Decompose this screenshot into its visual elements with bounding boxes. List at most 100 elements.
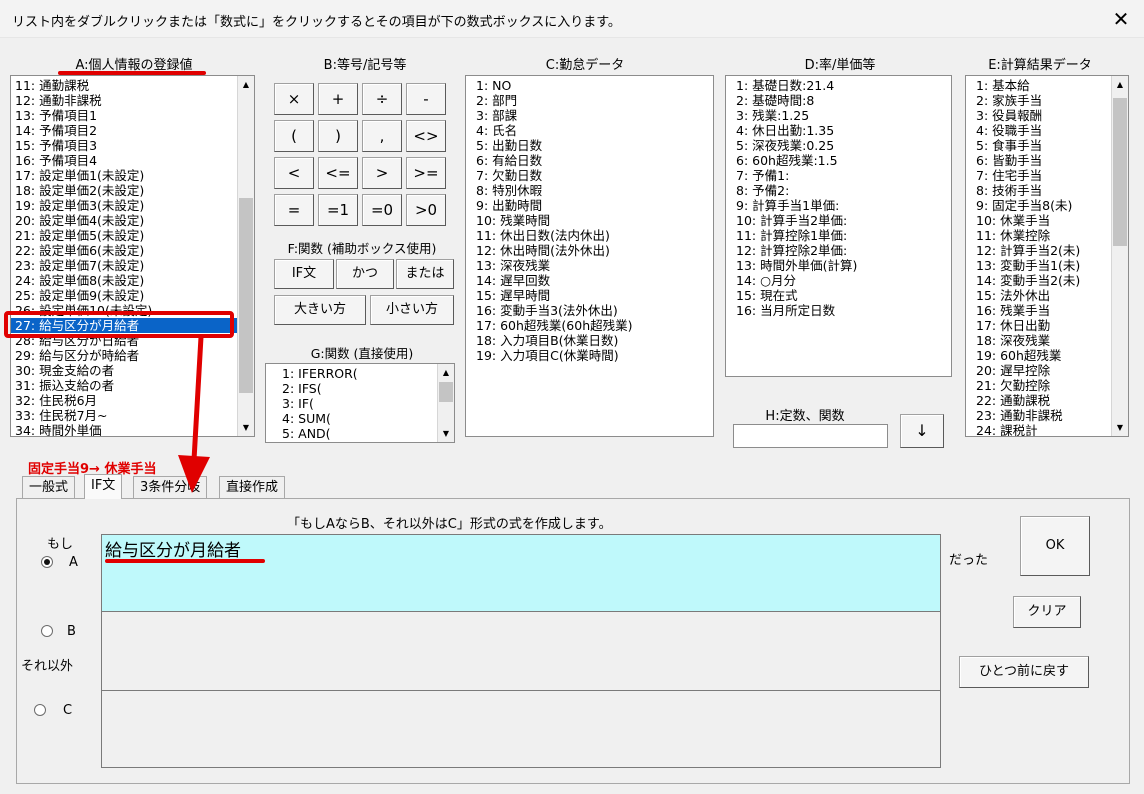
panel-c-list-item[interactable]: 19: 入力項目C(休業時間) bbox=[472, 348, 712, 363]
panel-e-list-item[interactable]: 6: 皆勤手当 bbox=[972, 153, 1118, 168]
panel-c-list-item[interactable]: 4: 氏名 bbox=[472, 123, 712, 138]
panel-a-list-item[interactable]: 11: 通勤課税 bbox=[11, 78, 238, 93]
panel-e-list-item[interactable]: 8: 技術手当 bbox=[972, 183, 1118, 198]
constant-input[interactable] bbox=[733, 424, 888, 448]
panel-g-list-item[interactable]: 2: IFS( bbox=[278, 381, 438, 396]
panel-c-list[interactable]: 1: NO 2: 部門 3: 部課 4: 氏名 5: 出勤日数 6: 有給日数 7: 欠勤日… bbox=[465, 75, 714, 437]
panel-g-list-item[interactable]: 5: AND( bbox=[278, 426, 438, 441]
panel-d-list-item[interactable]: 11: 計算控除1単価: bbox=[732, 228, 951, 243]
panel-e-list-item[interactable]: 15: 法外休出 bbox=[972, 288, 1118, 303]
panel-d-list-item[interactable]: 13: 時間外単価(計算) bbox=[732, 258, 951, 273]
insert-down-arrow-button[interactable]: ↓ bbox=[900, 414, 944, 448]
panel-c-list-item[interactable]: 15: 遅早時間 bbox=[472, 288, 712, 303]
panel-e-list-item[interactable]: 22: 通勤課税 bbox=[972, 393, 1118, 408]
panel-d-list-item[interactable]: 3: 残業:1.25 bbox=[732, 108, 951, 123]
panel-e-scrollbar[interactable]: ▲ ▼ bbox=[1111, 76, 1128, 436]
panel-e-list-item[interactable]: 17: 休日出勤 bbox=[972, 318, 1118, 333]
panel-a-list-item[interactable]: 16: 予備項目4 bbox=[11, 153, 238, 168]
condition-b-box[interactable] bbox=[101, 611, 941, 691]
tab-if[interactable]: IF文 bbox=[84, 474, 123, 499]
equals-operator-button[interactable]: = bbox=[274, 194, 314, 226]
panel-c-list-item[interactable]: 16: 変動手当3(法外休出) bbox=[472, 303, 712, 318]
tab-direct[interactable]: 直接作成 bbox=[219, 476, 286, 498]
scroll-down-arrow-icon[interactable]: ▼ bbox=[238, 419, 254, 436]
panel-c-list-item[interactable]: 14: 遅早回数 bbox=[472, 273, 712, 288]
panel-d-list-item[interactable]: 14: ○月分 bbox=[732, 273, 951, 288]
panel-a-scrollbar[interactable]: ▲ ▼ bbox=[237, 76, 254, 436]
panel-d-list-item[interactable]: 10: 計算手当2単価: bbox=[732, 213, 951, 228]
panel-e-list-item[interactable]: 18: 深夜残業 bbox=[972, 333, 1118, 348]
panel-a-list-item[interactable]: 23: 設定単価7(未設定) bbox=[11, 258, 238, 273]
minus-operator-button[interactable]: - bbox=[406, 83, 446, 115]
min-function-button[interactable]: 小さい方 bbox=[370, 295, 454, 325]
greater-than-zero-operator-button[interactable]: >0 bbox=[406, 194, 446, 226]
multiply-operator-button[interactable]: × bbox=[274, 83, 314, 115]
less-than-operator-button[interactable]: < bbox=[274, 157, 314, 189]
scroll-down-arrow-icon[interactable]: ▼ bbox=[438, 425, 454, 442]
greater-equal-operator-button[interactable]: >= bbox=[406, 157, 446, 189]
panel-c-list-item[interactable]: 13: 深夜残業 bbox=[472, 258, 712, 273]
panel-e-list-item[interactable]: 3: 役員報酬 bbox=[972, 108, 1118, 123]
panel-e-list-item[interactable]: 14: 変動手当2(未) bbox=[972, 273, 1118, 288]
panel-d-list-item[interactable]: 6: 60h超残業:1.5 bbox=[732, 153, 951, 168]
panel-e-list[interactable]: 1: 基本給 2: 家族手当 3: 役員報酬 4: 役職手当 5: 食事手当 6: 皆勤手… bbox=[965, 75, 1129, 437]
panel-a-list-item[interactable]: 25: 設定単価9(未設定) bbox=[11, 288, 238, 303]
panel-c-list-item[interactable]: 1: NO bbox=[472, 78, 712, 93]
panel-e-list-item[interactable]: 16: 残業手当 bbox=[972, 303, 1118, 318]
panel-e-list-item[interactable]: 10: 休業手当 bbox=[972, 213, 1118, 228]
condition-c-box[interactable] bbox=[101, 690, 941, 768]
open-paren-operator-button[interactable]: ( bbox=[274, 120, 314, 152]
radio-a[interactable] bbox=[41, 556, 53, 568]
panel-e-list-item[interactable]: 4: 役職手当 bbox=[972, 123, 1118, 138]
less-equal-operator-button[interactable]: <= bbox=[318, 157, 358, 189]
undo-button[interactable]: ひとつ前に戻す bbox=[959, 656, 1089, 688]
panel-a-list-item[interactable]: 15: 予備項目3 bbox=[11, 138, 238, 153]
panel-d-list-item[interactable]: 4: 休日出勤:1.35 bbox=[732, 123, 951, 138]
or-function-button[interactable]: または bbox=[396, 259, 454, 289]
panel-e-list-item[interactable]: 2: 家族手当 bbox=[972, 93, 1118, 108]
scroll-up-arrow-icon[interactable]: ▲ bbox=[1112, 76, 1128, 93]
panel-e-list-item[interactable]: 12: 計算手当2(未) bbox=[972, 243, 1118, 258]
panel-c-list-item[interactable]: 12: 休出時間(法外休出) bbox=[472, 243, 712, 258]
panel-g-scrollbar[interactable]: ▲ ▼ bbox=[437, 364, 454, 442]
panel-d-list-item[interactable]: 2: 基礎時間:8 bbox=[732, 93, 951, 108]
panel-e-list-item[interactable]: 21: 欠勤控除 bbox=[972, 378, 1118, 393]
panel-a-list-item[interactable]: 13: 予備項目1 bbox=[11, 108, 238, 123]
equals-zero-operator-button[interactable]: =0 bbox=[362, 194, 402, 226]
close-paren-operator-button[interactable]: ) bbox=[318, 120, 358, 152]
panel-d-list-item[interactable]: 7: 予備1: bbox=[732, 168, 951, 183]
radio-c[interactable] bbox=[34, 704, 46, 716]
panel-a-list-item[interactable]: 18: 設定単価2(未設定) bbox=[11, 183, 238, 198]
panel-a-list-item[interactable]: 12: 通勤非課税 bbox=[11, 93, 238, 108]
panel-a-list-item[interactable]: 19: 設定単価3(未設定) bbox=[11, 198, 238, 213]
panel-c-list-item[interactable]: 18: 入力項目B(休業日数) bbox=[472, 333, 712, 348]
scroll-down-arrow-icon[interactable]: ▼ bbox=[1112, 419, 1128, 436]
panel-c-list-item[interactable]: 5: 出勤日数 bbox=[472, 138, 712, 153]
panel-g-list[interactable]: 1: IFERROR(2: IFS(3: IF(4: SUM(5: AND( ▲… bbox=[265, 363, 455, 443]
plus-operator-button[interactable]: + bbox=[318, 83, 358, 115]
comma-operator-button[interactable]: , bbox=[362, 120, 402, 152]
panel-e-list-item[interactable]: 5: 食事手当 bbox=[972, 138, 1118, 153]
panel-a-list-item[interactable]: 20: 設定単価4(未設定) bbox=[11, 213, 238, 228]
panel-a-list-item[interactable]: 24: 設定単価8(未設定) bbox=[11, 273, 238, 288]
and-function-button[interactable]: かつ bbox=[336, 259, 394, 289]
panel-e-list-item[interactable]: 1: 基本給 bbox=[972, 78, 1118, 93]
not-equal-operator-button[interactable]: <> bbox=[406, 120, 446, 152]
panel-c-list-item[interactable]: 17: 60h超残業(60h超残業) bbox=[472, 318, 712, 333]
ok-button[interactable]: OK bbox=[1020, 516, 1090, 576]
greater-than-operator-button[interactable]: > bbox=[362, 157, 402, 189]
panel-d-list-item[interactable]: 15: 現在式 bbox=[732, 288, 951, 303]
close-icon[interactable]: ✕ bbox=[1104, 4, 1138, 34]
if-function-button[interactable]: IF文 bbox=[274, 259, 334, 289]
max-function-button[interactable]: 大きい方 bbox=[274, 295, 366, 325]
panel-d-list[interactable]: 1: 基礎日数:21.4 2: 基礎時間:8 3: 残業:1.25 4: 休日出勤:1… bbox=[725, 75, 952, 377]
panel-d-list-item[interactable]: 16: 当月所定日数 bbox=[732, 303, 951, 318]
panel-e-list-item[interactable]: 11: 休業控除 bbox=[972, 228, 1118, 243]
scroll-thumb[interactable] bbox=[239, 198, 253, 393]
panel-e-list-item[interactable]: 7: 住宅手当 bbox=[972, 168, 1118, 183]
scroll-thumb[interactable] bbox=[1113, 98, 1127, 246]
panel-e-list-item[interactable]: 19: 60h超残業 bbox=[972, 348, 1118, 363]
panel-g-list-item[interactable]: 1: IFERROR( bbox=[278, 366, 438, 381]
panel-c-list-item[interactable]: 6: 有給日数 bbox=[472, 153, 712, 168]
panel-c-list-item[interactable]: 11: 休出日数(法内休出) bbox=[472, 228, 712, 243]
